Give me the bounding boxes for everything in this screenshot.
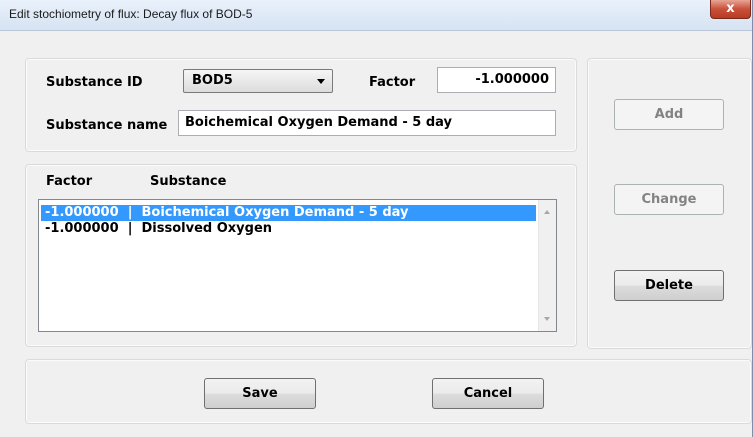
substance-id-value: BOD5 bbox=[192, 73, 233, 88]
list-scrollbar[interactable] bbox=[538, 200, 556, 331]
scroll-down-arrow-icon[interactable] bbox=[544, 317, 550, 321]
change-button[interactable]: Change bbox=[614, 184, 724, 215]
factor-label: Factor bbox=[369, 75, 416, 90]
save-button[interactable]: Save bbox=[204, 378, 316, 409]
chevron-down-icon bbox=[317, 79, 325, 84]
substance-name-label: Substance name bbox=[46, 118, 168, 133]
title-bar[interactable]: Edit stochiometry of flux: Decay flux of… bbox=[0, 0, 752, 31]
delete-button[interactable]: Delete bbox=[614, 270, 724, 301]
list-item[interactable]: -1.000000 | Dissolved Oxygen bbox=[41, 221, 536, 237]
scroll-up-arrow-icon[interactable] bbox=[544, 210, 550, 214]
substance-name-input[interactable]: Boichemical Oxygen Demand - 5 day bbox=[178, 110, 556, 136]
list-item[interactable]: -1.000000 | Boichemical Oxygen Demand - … bbox=[41, 205, 536, 221]
add-button[interactable]: Add bbox=[614, 99, 724, 130]
list-header-substance: Substance bbox=[150, 174, 227, 189]
cancel-button[interactable]: Cancel bbox=[432, 378, 544, 409]
stoichiometry-listbox[interactable]: -1.000000 | Boichemical Oxygen Demand - … bbox=[38, 199, 557, 332]
substance-id-select[interactable]: BOD5 bbox=[183, 69, 333, 93]
footer-panel bbox=[25, 359, 752, 424]
factor-input[interactable]: -1.000000 bbox=[437, 67, 556, 93]
list-header-factor: Factor bbox=[46, 174, 93, 189]
substance-id-label: Substance ID bbox=[46, 75, 143, 90]
dialog-window: Edit stochiometry of flux: Decay flux of… bbox=[0, 0, 753, 437]
close-icon: x bbox=[726, 1, 735, 16]
window-title: Edit stochiometry of flux: Decay flux of… bbox=[9, 7, 253, 21]
close-button[interactable]: x bbox=[710, 0, 751, 19]
